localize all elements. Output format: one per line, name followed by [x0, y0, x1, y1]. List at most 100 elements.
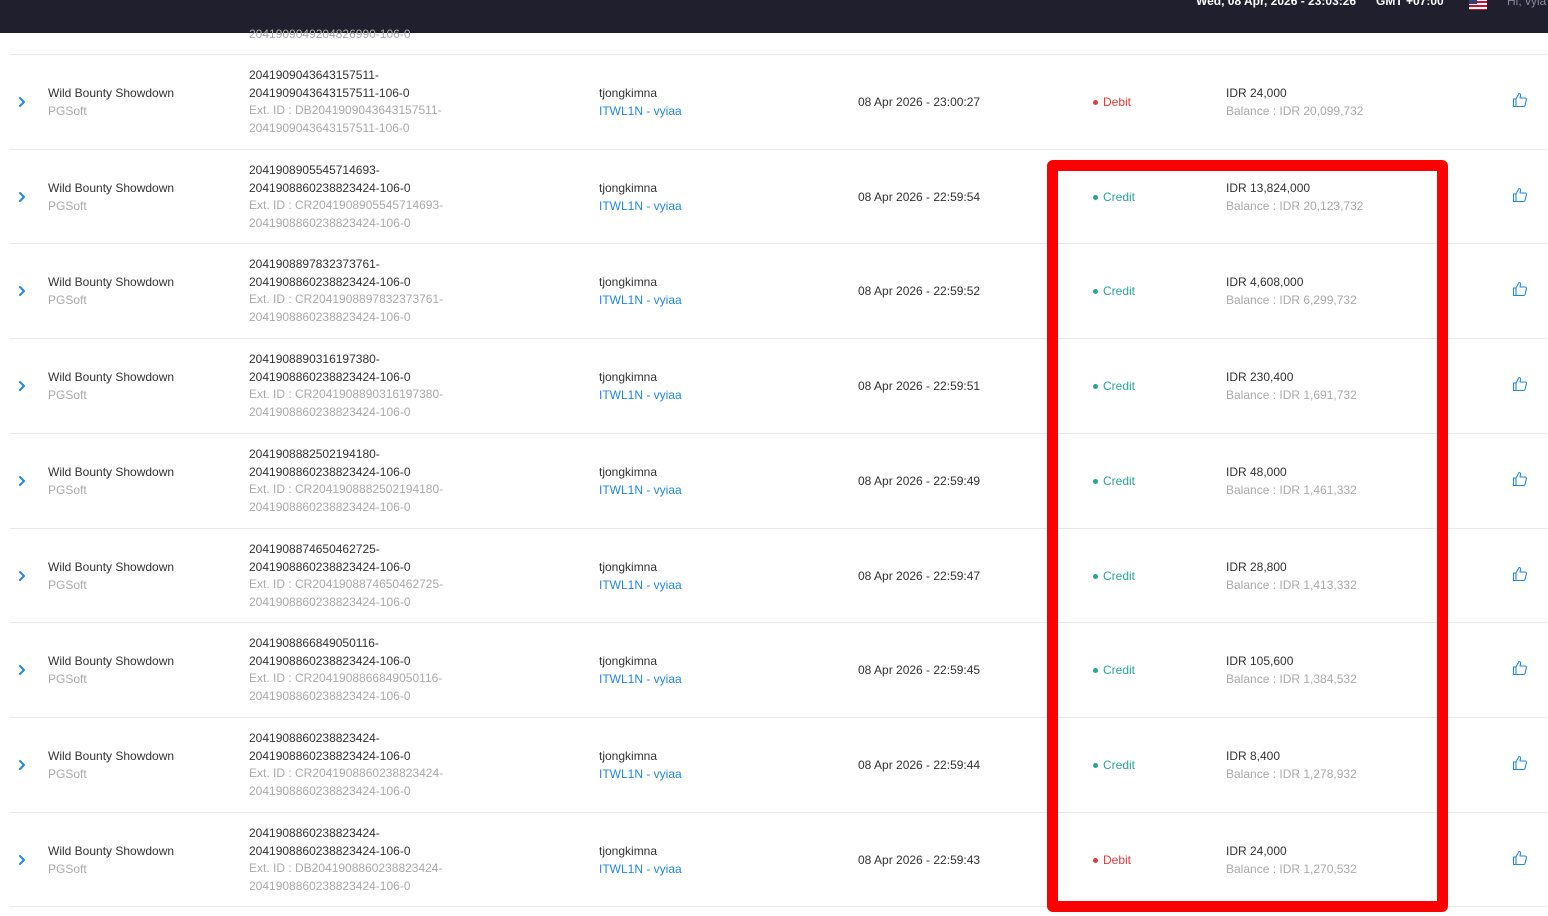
username: tjongkimna: [599, 748, 658, 763]
table-row[interactable]: Wild Bounty Showdown PGSoft 204190886023…: [10, 813, 1548, 907]
thumbs-up-icon[interactable]: [1512, 92, 1528, 108]
thumbs-up-icon[interactable]: [1512, 850, 1528, 866]
site-link[interactable]: ITWL1N - vyiaa: [599, 578, 682, 592]
transaction-date: 08 Apr 2026 - 22:59:54: [858, 189, 981, 204]
ext-id-line2: 2041908860238823424-106-0: [249, 310, 411, 325]
site-link[interactable]: ITWL1N - vyiaa: [599, 672, 682, 686]
transaction-date: 08 Apr 2026 - 22:59:49: [858, 473, 981, 488]
chevron-right-icon[interactable]: [16, 570, 28, 582]
header-datetime: Wed, 08 Apr, 2026 - 23:03:26: [1196, 0, 1357, 8]
ext-id-line1: Ext. ID : CR2041908890316197380-: [249, 387, 444, 402]
game-name: Wild Bounty Showdown: [48, 843, 175, 858]
provider-name: PGSoft: [48, 577, 87, 592]
ext-id-line1: Ext. ID : CR2041908882502194180-: [249, 481, 444, 496]
chevron-right-icon[interactable]: [16, 380, 28, 392]
site-link[interactable]: ITWL1N - vyiaa: [599, 104, 682, 118]
chevron-right-icon[interactable]: [16, 285, 28, 297]
user-greeting[interactable]: Hi, vyia: [1507, 0, 1546, 8]
transaction-type: Debit: [1103, 852, 1132, 867]
provider-name: PGSoft: [48, 482, 87, 497]
table-row[interactable]: Wild Bounty Showdown PGSoft 204190889031…: [10, 339, 1548, 433]
transaction-id-line1: 2041908905545714693-: [249, 162, 380, 177]
chevron-right-icon[interactable]: [16, 191, 28, 203]
ext-id-line2: 2041908860238823424-106-0: [249, 878, 411, 893]
game-name: Wild Bounty Showdown: [48, 86, 175, 100]
ext-id-line2: 2041909043643157511-106-0: [249, 121, 410, 135]
thumbs-up-icon[interactable]: [1512, 660, 1528, 676]
game-name: Wild Bounty Showdown: [48, 275, 175, 290]
transaction-type: Credit: [1103, 189, 1136, 204]
chevron-right-icon[interactable]: [16, 96, 28, 108]
transaction-id-line2: 2041908860238823424-106-0: [249, 843, 411, 858]
amount: IDR 230,400: [1226, 370, 1294, 385]
table-row[interactable]: Wild Bounty Showdown PGSoft 204190887465…: [10, 529, 1548, 623]
ext-id-line1: Ext. ID : CR2041908860238823424-: [249, 765, 444, 780]
transaction-date: 08 Apr 2026 - 23:00:27: [858, 95, 981, 109]
us-flag-icon[interactable]: [1469, 0, 1487, 10]
table-row[interactable]: Wild Bounty Showdown PGSoft 204190886023…: [10, 718, 1548, 812]
amount: IDR 24,000: [1226, 843, 1287, 858]
thumbs-up-icon[interactable]: [1512, 471, 1528, 487]
transaction-date: 08 Apr 2026 - 22:59:44: [858, 757, 981, 772]
status-dot: [1093, 668, 1098, 674]
transaction-id-line2: 2041908860238823424-106-0: [249, 370, 411, 385]
chevron-right-icon[interactable]: [16, 759, 28, 771]
balance: Balance : IDR 1,384,532: [1226, 672, 1357, 687]
table-row[interactable]: Wild Bounty Showdown PGSoft 204190890554…: [10, 150, 1548, 244]
balance: Balance : IDR 20,099,732: [1226, 104, 1364, 118]
transaction-id-line1: 2041908897832373761-: [249, 257, 380, 272]
table-row[interactable]: Wild Bounty Showdown PGSoft 204190888250…: [10, 434, 1548, 528]
chevron-right-icon[interactable]: [16, 854, 28, 866]
amount: IDR 24,000: [1226, 86, 1287, 100]
ext-id-line2: 2041908860238823424-106-0: [249, 594, 411, 609]
site-link[interactable]: ITWL1N - vyiaa: [599, 388, 682, 402]
transaction-id-line2: 2041908860238823424-106-0: [249, 275, 411, 290]
table-row[interactable]: Wild Bounty Showdown PGSoft 204190904364…: [10, 55, 1548, 149]
username: tjongkimna: [599, 464, 658, 479]
transaction-id-line2: 2041908860238823424-106-0: [249, 464, 411, 479]
status-dot: [1093, 100, 1098, 105]
chevron-right-icon[interactable]: [16, 664, 28, 676]
thumbs-up-icon[interactable]: [1512, 281, 1528, 297]
table-row[interactable]: Wild Bounty Showdown PGSoft 204190889783…: [10, 244, 1548, 338]
site-link[interactable]: ITWL1N - vyiaa: [599, 767, 682, 781]
table-row[interactable]: Wild Bounty Showdown PGSoft 204190886684…: [10, 623, 1548, 717]
transaction-id-line1: 2041908890316197380-: [249, 352, 380, 367]
transaction-type: Credit: [1103, 757, 1136, 772]
username: tjongkimna: [599, 654, 658, 669]
transaction-date: 08 Apr 2026 - 22:59:52: [858, 284, 981, 299]
game-name: Wild Bounty Showdown: [48, 370, 175, 385]
transaction-id-line1: 2041909043643157511-: [249, 68, 379, 82]
row-divider: [10, 906, 1548, 908]
transaction-date: 08 Apr 2026 - 22:59:51: [858, 379, 981, 394]
transaction-id-line2: 2041908860238823424-106-0: [249, 748, 411, 763]
thumbs-up-icon[interactable]: [1512, 755, 1528, 771]
transaction-type: Credit: [1103, 663, 1136, 678]
provider-name: PGSoft: [48, 293, 87, 308]
transaction-type: Credit: [1103, 473, 1136, 488]
thumbs-up-icon[interactable]: [1512, 566, 1528, 582]
site-link[interactable]: ITWL1N - vyiaa: [599, 483, 682, 497]
thumbs-up-icon[interactable]: [1512, 187, 1528, 203]
amount: IDR 13,824,000: [1226, 180, 1311, 195]
site-link[interactable]: ITWL1N - vyiaa: [599, 199, 682, 213]
ext-id-line2: 2041908860238823424-106-0: [249, 499, 411, 514]
ext-id-line2: 2041908860238823424-106-0: [249, 405, 411, 420]
balance: Balance : IDR 1,413,332: [1226, 577, 1357, 592]
transaction-id-line1: 2041908882502194180-: [249, 446, 380, 461]
transaction-type: Credit: [1103, 568, 1136, 583]
transaction-id-line1: 2041908874650462725-: [249, 541, 380, 556]
transaction-id-line1: 2041908860238823424-: [249, 730, 380, 745]
game-name: Wild Bounty Showdown: [48, 748, 175, 763]
site-link[interactable]: ITWL1N - vyiaa: [599, 862, 682, 876]
provider-name: PGSoft: [48, 861, 87, 876]
transaction-id-line2: 2041908860238823424-106-0: [249, 180, 411, 195]
status-dot: [1093, 289, 1098, 295]
ext-id-line2: 2041908860238823424-106-0: [249, 783, 411, 798]
balance: Balance : IDR 1,691,732: [1226, 388, 1357, 403]
username: tjongkimna: [599, 843, 658, 858]
chevron-right-icon[interactable]: [16, 475, 28, 487]
status-dot: [1093, 478, 1098, 484]
thumbs-up-icon[interactable]: [1512, 376, 1528, 392]
site-link[interactable]: ITWL1N - vyiaa: [599, 293, 682, 307]
